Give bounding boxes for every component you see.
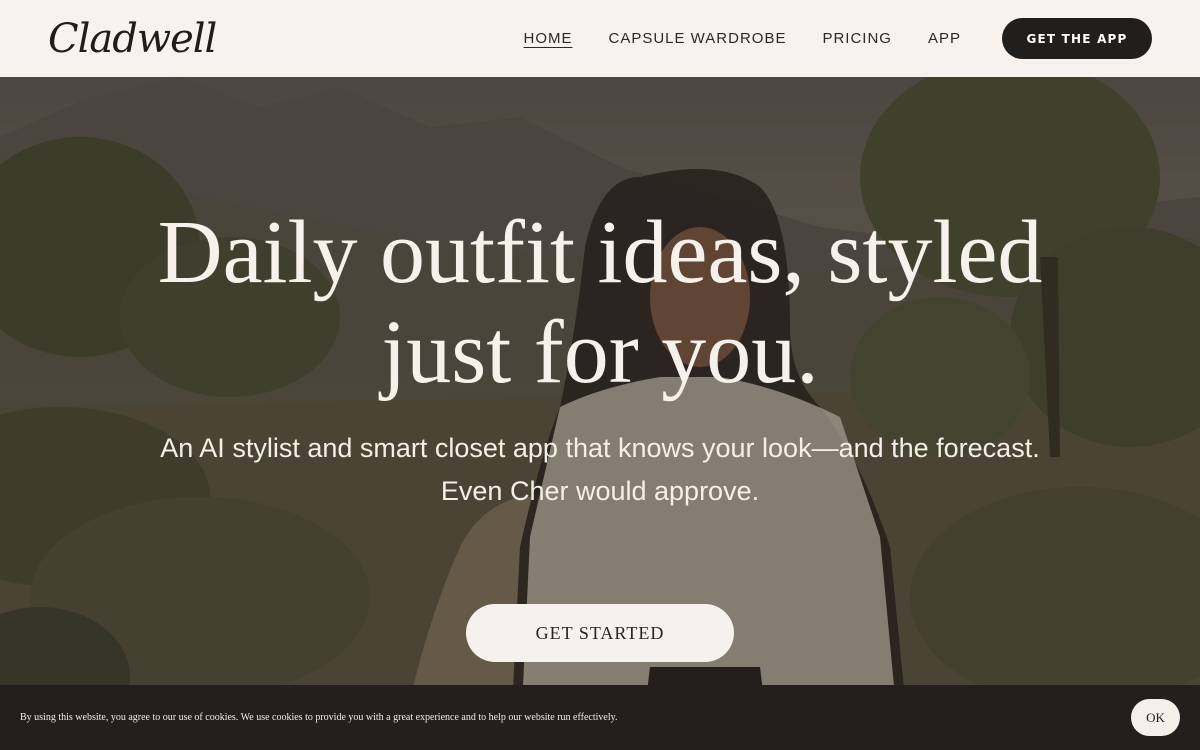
hero-headline-line1: Daily outfit ideas, styled xyxy=(157,203,1043,302)
nav-capsule-wardrobe[interactable]: CAPSULE WARDROBE xyxy=(608,30,786,47)
hero-sub-line2: Even Cher would approve. xyxy=(440,476,760,506)
hero-section: Daily outfit ideas, styled just for you.… xyxy=(0,77,1200,750)
hero-headline: Daily outfit ideas, styled just for you. xyxy=(0,203,1200,403)
hero-subheadline: An AI stylist and smart closet app that … xyxy=(0,427,1200,513)
nav-home[interactable]: HOME xyxy=(523,30,572,47)
cookie-text: By using this website, you agree to our … xyxy=(20,712,618,723)
hero-sub-line1: An AI stylist and smart closet app that … xyxy=(160,433,1040,463)
site-header: Cladwell HOME CAPSULE WARDROBE PRICING A… xyxy=(0,0,1200,77)
cladwell-logo[interactable]: Cladwell xyxy=(48,16,217,62)
main-nav: HOME CAPSULE WARDROBE PRICING APP xyxy=(487,30,961,47)
hero-headline-line2: just for you. xyxy=(381,303,819,402)
get-started-button[interactable]: GET STARTED xyxy=(466,604,734,662)
cookie-banner: By using this website, you agree to our … xyxy=(0,685,1200,750)
get-the-app-button[interactable]: GET THE APP xyxy=(1002,18,1152,59)
nav-pricing[interactable]: PRICING xyxy=(822,30,892,47)
nav-app[interactable]: APP xyxy=(928,30,961,47)
cookie-ok-button[interactable]: OK xyxy=(1131,699,1180,736)
